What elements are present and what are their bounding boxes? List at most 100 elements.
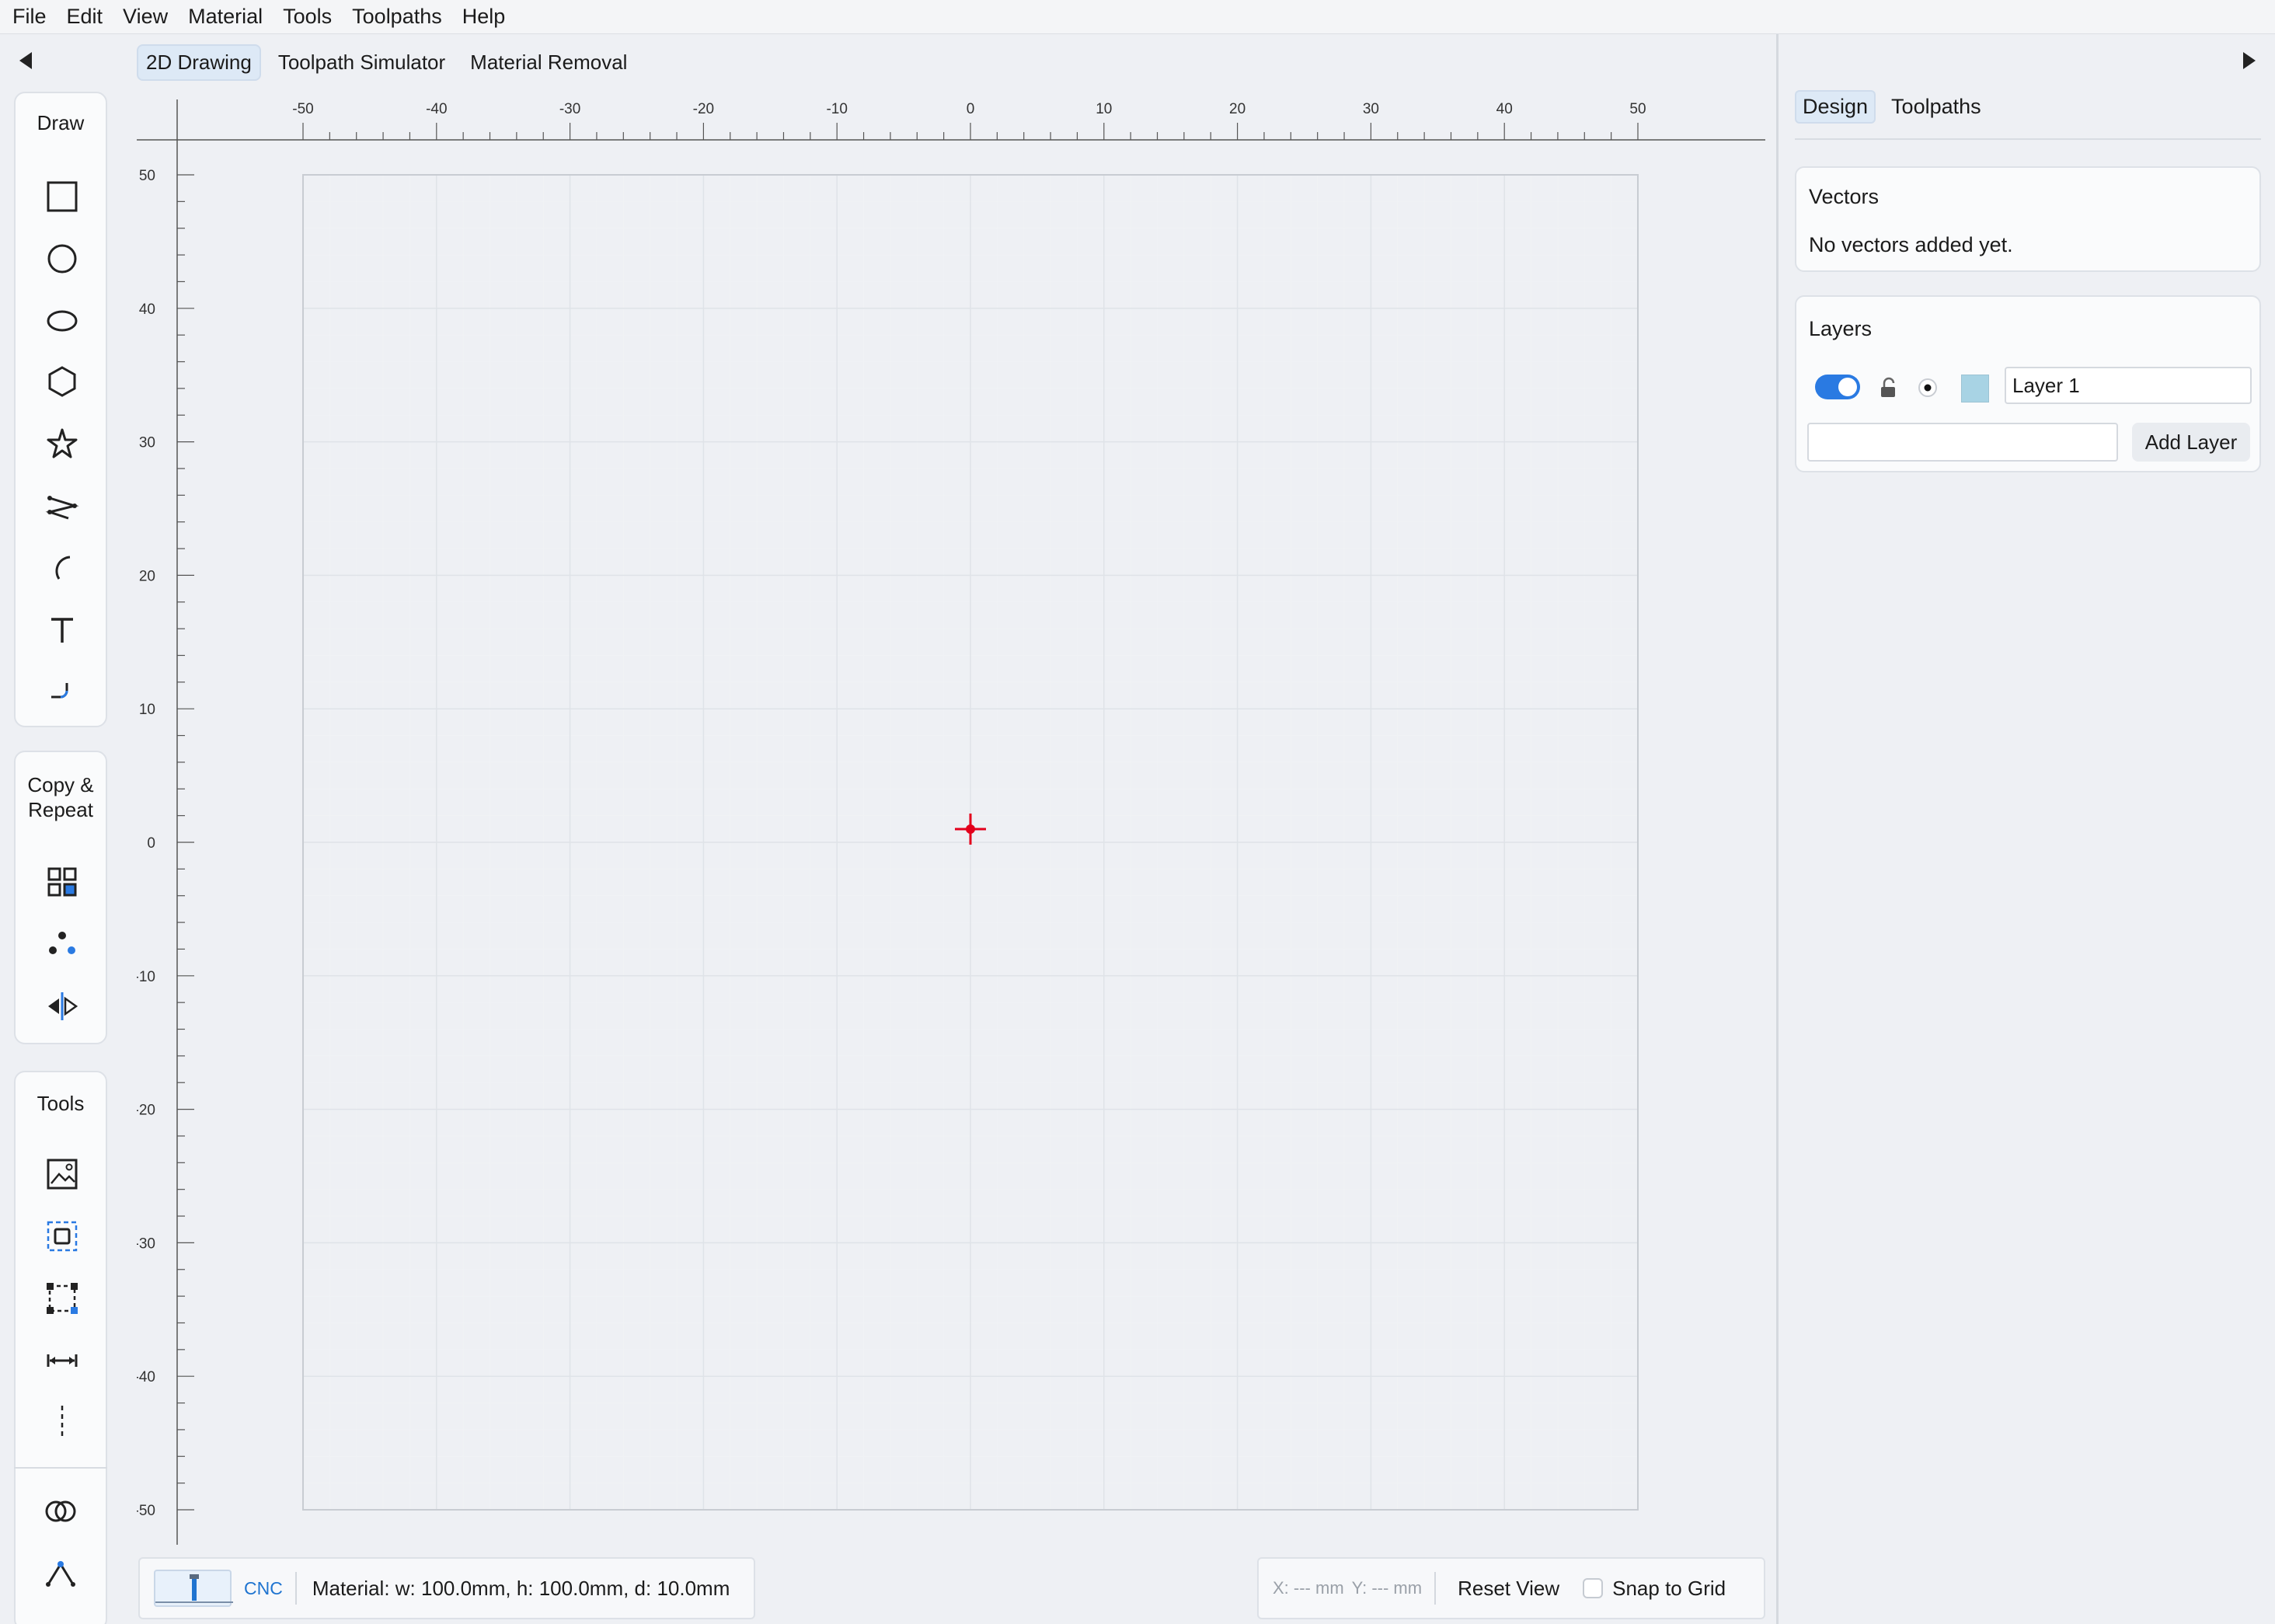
add-layer-button[interactable]: Add Layer: [2132, 423, 2250, 462]
copy-repeat-panel: Copy & Repeat: [14, 751, 107, 1044]
guide-line-icon: [61, 1406, 64, 1437]
collapse-left-panel-button[interactable]: [12, 47, 40, 75]
transform-button[interactable]: [31, 1271, 93, 1326]
layer-color-swatch[interactable]: [1961, 375, 1989, 403]
view-tabs: 2D Drawing Toolpath Simulator Material R…: [137, 44, 644, 81]
x-label: -50: [292, 101, 313, 117]
y-label: 0: [147, 835, 155, 852]
y-label: -50: [137, 1503, 155, 1519]
x-label: 10: [1096, 101, 1112, 117]
menu-file[interactable]: File: [12, 5, 47, 29]
active-layer-radio-icon[interactable]: [1918, 378, 1938, 398]
x-label: 40: [1496, 101, 1513, 117]
x-label: -10: [826, 101, 847, 117]
circular-array-icon: [49, 932, 75, 954]
grid-array-button[interactable]: [31, 855, 93, 909]
star-icon: [47, 428, 78, 458]
right-panel-tabs: Design Toolpaths: [1795, 90, 1997, 124]
unlock-icon[interactable]: [1879, 376, 1899, 399]
hexagon-icon: [48, 366, 76, 397]
copy-repeat-title-line1: Copy &: [27, 773, 94, 796]
tab-design[interactable]: Design: [1795, 90, 1876, 124]
origin-marker-icon: [955, 814, 986, 845]
ellipse-icon: [47, 310, 78, 332]
tabs-underline: [1795, 138, 2261, 140]
guide-line-button[interactable]: [31, 1394, 93, 1448]
mirror-icon: [48, 992, 78, 1020]
x-coordinate: X: --- mm: [1273, 1578, 1344, 1598]
status-separator: [294, 1572, 297, 1605]
circle-tool-button[interactable]: [31, 232, 93, 286]
snap-to-grid-label[interactable]: Snap to Grid: [1612, 1577, 1726, 1601]
menu-material[interactable]: Material: [188, 5, 263, 29]
layer-row: [1813, 367, 2252, 406]
cnc-machine-icon[interactable]: [154, 1570, 233, 1607]
menu-help[interactable]: Help: [462, 5, 506, 29]
panel-divider[interactable]: [1776, 34, 1779, 1624]
offset-button[interactable]: [31, 1209, 93, 1263]
view-status-bar: X: --- mm Y: --- mm Reset View Snap to Gr…: [1257, 1557, 1765, 1619]
drawing-canvas-area[interactable]: -50 -40 -30 -20 -10 0 10 20 30 40 50 50 …: [137, 92, 1768, 1553]
top-ruler-ticks: [302, 123, 1639, 140]
menu-edit[interactable]: Edit: [67, 5, 103, 29]
node-edit-button[interactable]: [30, 1546, 92, 1601]
tools-panel-title: Tools: [37, 1092, 85, 1115]
draw-panel-title: Draw: [37, 111, 85, 134]
cursor-coordinates: X: --- mm Y: --- mm: [1273, 1578, 1430, 1598]
x-label: -30: [559, 101, 580, 117]
reset-view-button[interactable]: Reset View: [1458, 1577, 1559, 1601]
transform-icon: [47, 1283, 78, 1314]
star-tool-button[interactable]: [31, 416, 93, 471]
tab-toolpath-simulator[interactable]: Toolpath Simulator: [270, 46, 453, 79]
toggle-knob: [1838, 378, 1857, 396]
boolean-icon: [45, 1500, 76, 1522]
boolean-button[interactable]: [30, 1484, 92, 1539]
menu-toolpaths[interactable]: Toolpaths: [352, 5, 442, 29]
layer-name-field[interactable]: [2005, 367, 2252, 404]
machine-type-label: CNC: [244, 1577, 283, 1598]
mirror-button[interactable]: [31, 979, 93, 1033]
x-label: 0: [967, 101, 975, 117]
menu-tools[interactable]: Tools: [283, 5, 332, 29]
material-info[interactable]: Material: w: 100.0mm, h: 100.0mm, d: 10.…: [312, 1577, 730, 1601]
measure-icon: [47, 1354, 78, 1367]
y-coordinate: Y: --- mm: [1351, 1578, 1423, 1598]
circle-icon: [47, 244, 77, 274]
y-label: -30: [137, 1235, 155, 1252]
snap-to-grid-checkbox[interactable]: [1583, 1578, 1604, 1598]
menu-view[interactable]: View: [123, 5, 168, 29]
node-edit-icon: [46, 1561, 75, 1587]
text-icon: [51, 618, 73, 643]
circular-array-button[interactable]: [31, 917, 93, 971]
y-label: -10: [137, 969, 155, 985]
image-trace-icon: [47, 1159, 78, 1190]
menu-bar: File Edit View Material Tools Toolpaths …: [0, 0, 2275, 34]
top-ruler-labels: -50 -40 -30 -20 -10 0 10 20 30 40 50: [292, 101, 1646, 117]
polyline-tool-button[interactable]: [31, 479, 93, 533]
text-tool-button[interactable]: [31, 603, 93, 657]
fillet-tool-button[interactable]: [31, 662, 93, 716]
copy-repeat-title-line2: Repeat: [28, 798, 93, 821]
y-label: 30: [139, 435, 155, 451]
tab-2d-drawing[interactable]: 2D Drawing: [137, 44, 261, 81]
drawing-canvas[interactable]: -50 -40 -30 -20 -10 0 10 20 30 40 50 50 …: [137, 92, 1768, 1553]
left-ruler-labels: 50 40 30 20 10 0 -10 -20 -30 -40 -50: [137, 168, 155, 1519]
polygon-tool-button[interactable]: [31, 354, 93, 409]
image-trace-button[interactable]: [31, 1147, 93, 1201]
layer-visibility-toggle[interactable]: [1815, 375, 1860, 399]
tab-material-removal[interactable]: Material Removal: [462, 46, 635, 79]
y-label: -20: [137, 1103, 155, 1119]
new-layer-name-field[interactable]: [1807, 423, 2118, 462]
offset-icon: [47, 1221, 78, 1252]
tab-toolpaths[interactable]: Toolpaths: [1885, 92, 1988, 122]
y-label: 10: [139, 702, 155, 718]
arc-tool-button[interactable]: [31, 541, 93, 595]
grid-array-icon: [47, 867, 77, 897]
rectangle-tool-button[interactable]: [31, 169, 93, 224]
collapse-right-panel-button[interactable]: [2235, 47, 2263, 75]
ellipse-tool-button[interactable]: [31, 294, 93, 348]
status-separator: [1434, 1572, 1437, 1605]
vectors-card: Vectors No vectors added yet.: [1795, 166, 2261, 272]
measure-button[interactable]: [31, 1333, 93, 1388]
y-label: 40: [139, 301, 155, 318]
